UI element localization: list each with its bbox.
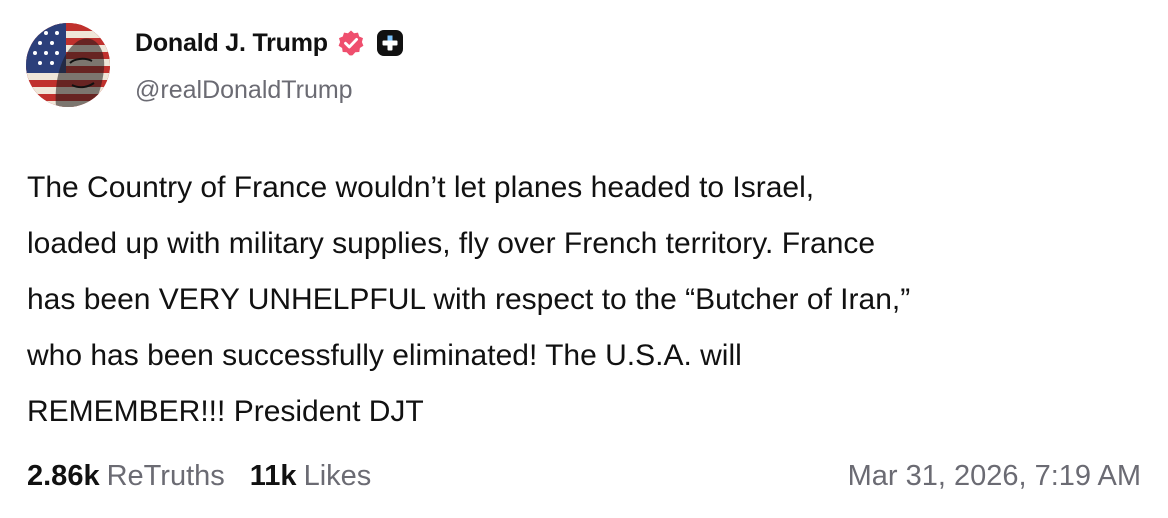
author-handle[interactable]: @realDonaldTrump	[135, 76, 353, 105]
post-footer: 2.86k ReTruths 11k Likes Mar 31, 2026, 7…	[27, 460, 1141, 493]
likes-stat[interactable]: 11k Likes	[250, 460, 372, 493]
author-name-row: Donald J. Trump	[135, 28, 405, 58]
retruths-count: 2.86k	[27, 460, 100, 492]
post-text-line: loaded up with military supplies, fly ov…	[27, 227, 876, 260]
post-text-line: The Country of France wouldn’t let plane…	[27, 171, 815, 204]
plus-badge-icon	[375, 28, 405, 58]
post-text-line: who has been successfully eliminated! Th…	[27, 339, 742, 372]
post-card: Donald J. Trump @realDonaldTrump The Cou…	[0, 0, 1168, 518]
post-timestamp[interactable]: Mar 31, 2026, 7:19 AM	[848, 460, 1141, 493]
retruths-stat[interactable]: 2.86k ReTruths	[27, 460, 225, 493]
post-text-line: has been VERY UNHELPFUL with respect to …	[27, 283, 911, 316]
verified-badge-icon	[337, 29, 365, 57]
avatar-image	[26, 23, 110, 107]
post-body: The Country of France wouldn’t let plane…	[27, 160, 1147, 440]
author-display-name[interactable]: Donald J. Trump	[135, 29, 328, 58]
retruths-label: ReTruths	[106, 460, 225, 492]
likes-count: 11k	[249, 460, 297, 492]
likes-label: Likes	[303, 460, 372, 492]
avatar[interactable]	[26, 23, 110, 107]
post-text-line: REMEMBER!!! President DJT	[27, 395, 424, 428]
